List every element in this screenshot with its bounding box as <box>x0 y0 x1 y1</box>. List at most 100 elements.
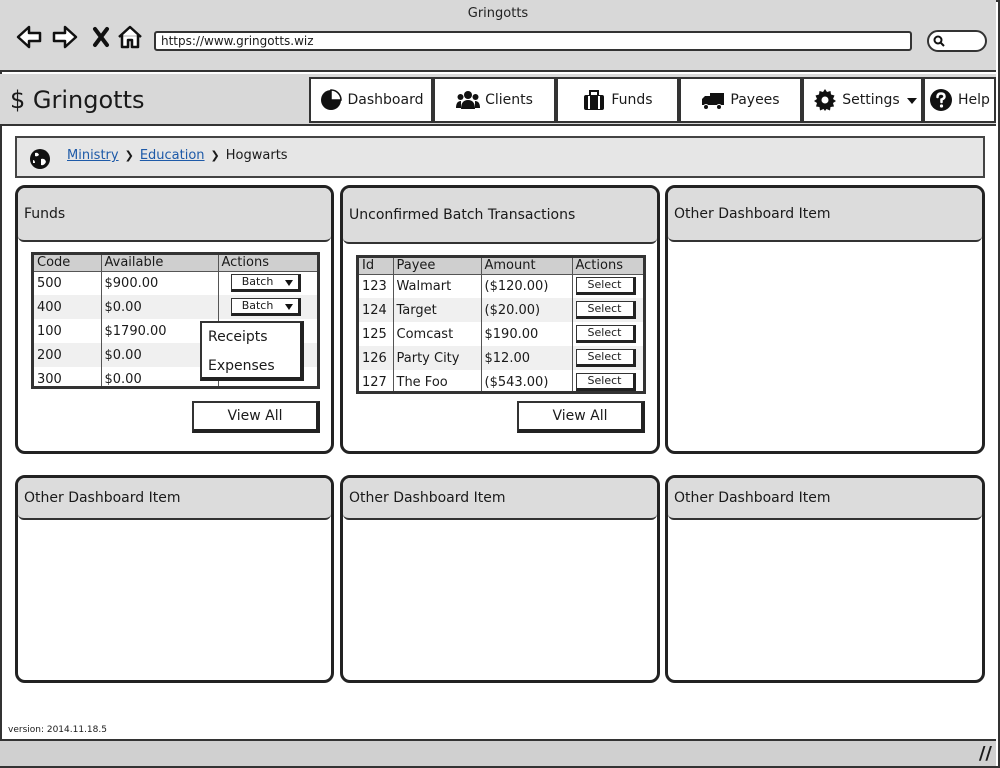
column-header: Code <box>34 255 102 272</box>
batch-table: Id Payee Amount Actions 123 Walmart ($12… <box>356 255 646 394</box>
table-row: 126 Party City $12.00 Select <box>359 346 643 370</box>
txn-id: 124 <box>359 298 394 322</box>
globe-icon <box>30 149 50 169</box>
table-row: 400 $0.00 Batch <box>34 295 317 319</box>
fund-code: 100 <box>34 319 102 343</box>
txn-id: 127 <box>359 370 394 391</box>
app-brand[interactable]: $ Gringotts <box>10 86 145 114</box>
menu-item-receipts[interactable]: Receipts <box>202 323 300 352</box>
breadcrumb-link-ministry[interactable]: Ministry <box>67 148 119 163</box>
back-icon[interactable] <box>14 22 44 52</box>
fund-code: 200 <box>34 343 102 367</box>
breadcrumb: Ministry ❯ Education ❯ Hogwarts <box>15 136 985 178</box>
txn-payee: Party City <box>393 346 482 370</box>
column-header: Actions <box>572 258 643 275</box>
txn-amount: $12.00 <box>481 346 573 370</box>
select-button[interactable]: Select <box>575 325 636 343</box>
batch-label: Batch <box>241 275 274 289</box>
batch-dropdown-button[interactable]: Batch <box>230 274 301 293</box>
txn-amount: ($543.00) <box>481 370 573 391</box>
select-button[interactable]: Select <box>575 373 636 391</box>
fund-code: 300 <box>34 367 102 386</box>
table-row: 125 Comcast $190.00 Select <box>359 322 643 346</box>
txn-id: 126 <box>359 346 394 370</box>
nav-payees[interactable]: Payees <box>679 77 802 123</box>
dashboard-item-panel: Other Dashboard Item <box>340 475 660 683</box>
pie-chart-icon <box>320 89 342 110</box>
fund-available: $900.00 <box>101 271 219 295</box>
nav-payees-label: Payees <box>730 92 780 108</box>
column-header: Amount <box>481 258 573 275</box>
forward-icon[interactable] <box>50 22 80 52</box>
browser-search-field[interactable] <box>927 30 987 52</box>
txn-id: 125 <box>359 322 394 346</box>
fund-available: $0.00 <box>101 295 219 319</box>
address-bar[interactable]: https://www.gringotts.wiz <box>154 31 912 51</box>
txn-payee: Target <box>393 298 482 322</box>
dashboard-item-panel: Other Dashboard Item <box>665 475 985 683</box>
fund-code: 400 <box>34 295 102 319</box>
column-header: Available <box>101 255 219 272</box>
chevron-right-icon: ❯ <box>210 149 220 162</box>
txn-payee: Walmart <box>393 274 482 298</box>
txn-amount: ($20.00) <box>481 298 573 322</box>
column-header: Id <box>359 258 394 275</box>
brand-name: Gringotts <box>32 86 145 114</box>
batch-dropdown-button[interactable]: Batch <box>230 298 301 316</box>
view-all-funds-button[interactable]: View All <box>192 401 320 433</box>
txn-amount: ($120.00) <box>481 274 573 298</box>
txn-payee: The Foo <box>393 370 482 391</box>
nav-funds[interactable]: Funds <box>556 77 679 123</box>
txn-amount: $190.00 <box>481 322 573 346</box>
gear-icon <box>814 89 837 111</box>
dashboard-item-panel: Other Dashboard Item <box>15 475 334 683</box>
panel-title: Funds <box>18 188 331 242</box>
home-icon[interactable] <box>115 22 145 52</box>
truck-icon <box>702 93 725 110</box>
version-label: version: 2014.11.18.5 <box>8 725 107 735</box>
nav-funds-label: Funds <box>611 92 653 108</box>
nav-dashboard[interactable]: Dashboard <box>309 77 433 123</box>
chevron-down-icon <box>907 98 917 104</box>
breadcrumb-current: Hogwarts <box>225 148 288 163</box>
nav-help[interactable]: Help <box>923 77 996 123</box>
table-row: 123 Walmart ($120.00) Select <box>359 274 643 298</box>
panel-title: Other Dashboard Item <box>343 478 657 520</box>
caret-down-icon <box>284 304 293 310</box>
select-button[interactable]: Select <box>575 301 636 319</box>
batch-label: Batch <box>241 299 274 312</box>
resize-grip-icon[interactable]: // <box>979 743 992 764</box>
window-title: Gringotts <box>467 6 529 21</box>
panel-title: Unconfirmed Batch Transactions <box>343 188 657 244</box>
select-button[interactable]: Select <box>575 277 636 296</box>
menu-item-expenses[interactable]: Expenses <box>202 352 300 381</box>
table-row: 124 Target ($20.00) Select <box>359 298 643 322</box>
nav-settings-label: Settings <box>842 92 900 108</box>
select-button[interactable]: Select <box>575 349 636 367</box>
panel-title: Other Dashboard Item <box>18 478 331 520</box>
caret-down-icon <box>284 280 293 287</box>
funds-panel: Funds Code Available Actions 500 $900.00… <box>15 185 334 454</box>
search-icon <box>933 35 945 47</box>
column-header: Actions <box>218 255 317 272</box>
view-all-transactions-button[interactable]: View All <box>517 401 645 433</box>
nav-help-label: Help <box>958 92 990 108</box>
batch-transactions-panel: Unconfirmed Batch Transactions Id Payee … <box>340 185 660 454</box>
nav-settings[interactable]: Settings <box>802 77 923 123</box>
txn-id: 123 <box>359 274 394 298</box>
breadcrumb-link-education[interactable]: Education <box>140 148 205 163</box>
table-row: 500 $900.00 Batch <box>34 271 317 295</box>
panel-title: Other Dashboard Item <box>668 478 982 520</box>
help-icon <box>930 89 953 111</box>
nav-clients-label: Clients <box>485 92 533 108</box>
users-icon <box>456 91 481 109</box>
nav-dashboard-label: Dashboard <box>347 92 424 108</box>
txn-payee: Comcast <box>393 322 482 346</box>
nav-clients[interactable]: Clients <box>433 77 556 123</box>
chevron-right-icon: ❯ <box>124 149 134 162</box>
dashboard-item-panel: Other Dashboard Item <box>665 185 985 454</box>
brand-symbol: $ <box>10 86 26 114</box>
table-row: 127 The Foo ($543.00) Select <box>359 370 643 391</box>
panel-title: Other Dashboard Item <box>668 188 982 242</box>
stop-icon[interactable] <box>86 22 116 52</box>
